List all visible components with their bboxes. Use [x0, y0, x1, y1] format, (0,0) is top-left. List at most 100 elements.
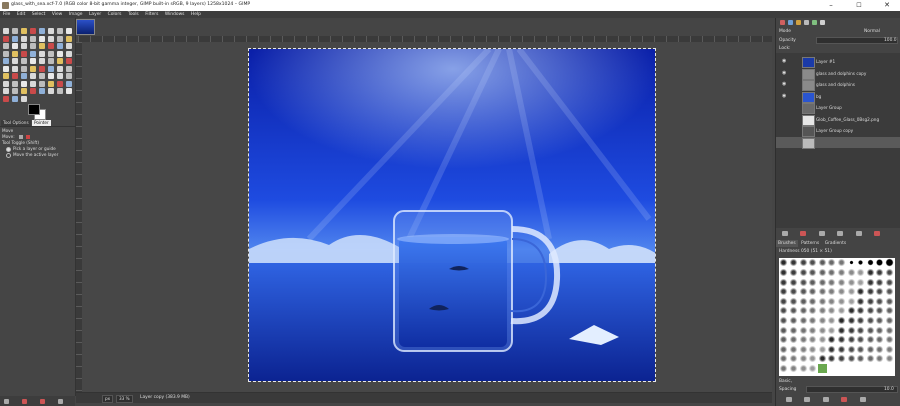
duplicate-brush-icon[interactable]	[822, 397, 829, 402]
brush-thumbnail[interactable]	[865, 354, 875, 364]
brush-thumbnail[interactable]	[865, 344, 875, 354]
tool-icon[interactable]	[3, 35, 9, 42]
brush-thumbnail[interactable]	[875, 258, 885, 268]
brush-thumbnail[interactable]	[788, 267, 798, 277]
brush-thumbnail[interactable]	[779, 277, 789, 287]
tool-icon[interactable]	[39, 58, 45, 64]
minimize-button[interactable]: –	[820, 1, 842, 10]
tool-icon[interactable]	[3, 50, 9, 57]
brush-thumbnail[interactable]	[827, 296, 837, 306]
brush-thumbnail[interactable]	[856, 354, 866, 364]
tool-icon[interactable]	[66, 58, 72, 64]
brush-thumbnail[interactable]	[817, 287, 827, 297]
brush-thumbnail[interactable]	[788, 354, 798, 364]
brush-thumbnail[interactable]	[808, 287, 818, 297]
delete-brush-icon[interactable]	[841, 397, 848, 402]
brush-thumbnail[interactable]	[884, 277, 894, 287]
radio-pick-layer[interactable]	[6, 146, 11, 152]
brush-thumbnail[interactable]	[817, 306, 827, 316]
layer-row[interactable]: ◉ Layer #1	[776, 56, 900, 68]
brush-thumbnail[interactable]	[856, 315, 866, 325]
brush-thumbnail[interactable]	[846, 296, 856, 306]
menu-view[interactable]: View	[52, 11, 62, 18]
tool-icon[interactable]	[57, 50, 63, 57]
menu-edit[interactable]: Edit	[17, 11, 26, 18]
brush-thumbnail[interactable]	[846, 354, 856, 364]
tool-icon[interactable]	[48, 65, 54, 72]
brush-thumbnail[interactable]	[808, 306, 818, 316]
brush-thumbnail[interactable]	[798, 335, 808, 345]
brush-thumbnail[interactable]	[846, 258, 856, 268]
visibility-eye-icon[interactable]: ◉	[782, 70, 786, 76]
brush-thumbnail[interactable]	[856, 344, 866, 354]
tab-patterns[interactable]: Patterns	[799, 240, 821, 247]
brush-thumbnail[interactable]	[798, 354, 808, 364]
tool-icon[interactable]	[30, 65, 36, 72]
tool-icon[interactable]	[30, 73, 36, 79]
tool-icon[interactable]	[39, 35, 45, 42]
new-brush-icon[interactable]	[804, 397, 811, 402]
tool-icon[interactable]	[12, 35, 18, 42]
tool-icon[interactable]	[57, 35, 63, 42]
delete-layer-icon[interactable]	[874, 231, 881, 236]
visibility-eye-icon[interactable]: ◉	[782, 93, 786, 99]
brush-thumbnail[interactable]	[865, 277, 875, 287]
dock-tab-icon[interactable]	[796, 20, 801, 25]
brush-thumbnail[interactable]	[856, 335, 866, 345]
brush-thumbnail[interactable]	[836, 277, 846, 287]
tool-icon[interactable]	[66, 50, 72, 57]
brush-thumbnail[interactable]	[788, 325, 798, 335]
brush-thumbnail[interactable]	[798, 344, 808, 354]
brush-thumbnail[interactable]	[846, 325, 856, 335]
brush-thumbnail[interactable]	[808, 296, 818, 306]
tool-icon[interactable]	[30, 58, 36, 64]
brush-thumbnail[interactable]	[808, 335, 818, 345]
brush-thumbnail[interactable]	[846, 306, 856, 316]
brush-thumbnail[interactable]	[836, 354, 846, 364]
brush-thumbnail[interactable]	[788, 277, 798, 287]
brush-thumbnail[interactable]	[808, 258, 818, 268]
brush-thumbnail[interactable]	[798, 287, 808, 297]
brush-thumbnail[interactable]	[846, 277, 856, 287]
brush-thumbnail[interactable]	[788, 258, 798, 268]
brush-thumbnail[interactable]	[817, 296, 827, 306]
brush-thumbnail[interactable]	[808, 277, 818, 287]
tool-icon[interactable]	[66, 35, 72, 42]
tool-icon[interactable]	[3, 43, 9, 49]
brush-thumbnail[interactable]	[808, 267, 818, 277]
menu-select[interactable]: Select	[32, 11, 46, 18]
brush-thumbnail[interactable]	[865, 315, 875, 325]
brush-thumbnail[interactable]	[817, 335, 827, 345]
layer-row[interactable]	[776, 136, 900, 149]
reset-options-icon[interactable]	[58, 399, 63, 404]
brush-thumbnail[interactable]	[788, 335, 798, 345]
brush-thumbnail[interactable]	[836, 258, 846, 268]
duplicate-layer-icon[interactable]	[855, 231, 862, 236]
brush-thumbnail[interactable]	[827, 315, 837, 325]
tool-icon[interactable]	[12, 80, 18, 87]
mode-dropdown[interactable]: Normal	[864, 29, 880, 34]
menu-help[interactable]: Help	[191, 11, 201, 18]
menu-windows[interactable]: Windows	[165, 11, 185, 18]
tool-icon[interactable]	[12, 43, 18, 49]
layer-row[interactable]: ◉ glass and dolphins	[776, 79, 900, 91]
tool-icon[interactable]	[21, 35, 27, 42]
lower-layer-icon[interactable]	[837, 231, 844, 236]
brush-thumbnail[interactable]	[836, 325, 846, 335]
brush-thumbnail[interactable]	[798, 306, 808, 316]
brush-thumbnail[interactable]	[856, 267, 866, 277]
brush-thumbnail[interactable]	[856, 258, 866, 268]
brush-thumbnail[interactable]	[827, 258, 837, 268]
dock-tab-icon[interactable]	[788, 20, 793, 25]
brush-thumbnail[interactable]	[788, 306, 798, 316]
brush-thumbnail[interactable]	[808, 315, 818, 325]
brush-thumbnail[interactable]	[836, 306, 846, 316]
dock-tab-icon[interactable]	[820, 20, 825, 25]
unit-selector[interactable]: px	[102, 395, 114, 403]
brush-thumbnail[interactable]	[856, 277, 866, 287]
brush-thumbnail[interactable]	[817, 258, 827, 268]
menu-file[interactable]: File	[3, 11, 10, 18]
brush-thumbnail[interactable]	[846, 344, 856, 354]
tool-icon[interactable]	[57, 80, 63, 87]
brush-thumbnail[interactable]	[779, 354, 789, 364]
